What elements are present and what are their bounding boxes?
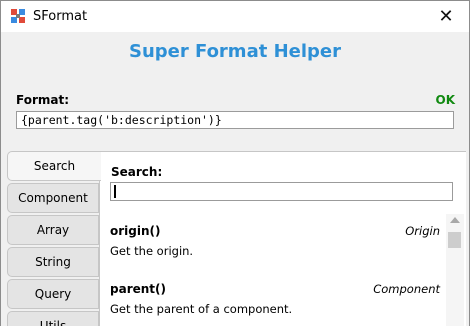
result-description: Get the parent of a component. [110,302,293,316]
result-category: Origin [405,224,440,238]
format-status: OK [435,93,456,107]
text-caret [114,185,116,198]
result-category: Component [373,282,440,296]
result-name: parent() [110,282,166,296]
results-scrollbar[interactable] [446,214,464,326]
search-input[interactable] [110,182,453,201]
close-button[interactable]: ✕ [423,1,469,32]
tab-component[interactable]: Component [7,183,99,213]
scroll-up-arrow-icon[interactable] [450,217,460,223]
window-title: SFormat [33,9,88,24]
tab-query[interactable]: Query [7,279,99,309]
format-input[interactable]: {parent.tag('b:description')} [16,111,454,129]
scroll-thumb[interactable] [448,232,461,248]
result-name: origin() [110,224,161,238]
search-panel: Search: origin() Origin Get the origin. … [99,151,466,326]
result-description: Get the origin. [110,244,194,258]
tab-search[interactable]: Search [7,151,101,181]
title-bar: SFormat ✕ [1,1,469,32]
tab-utils[interactable]: Utils [7,311,99,326]
sformat-window: SFormat ✕ Super Format Helper Format: OK… [0,0,470,326]
app-icon [11,9,25,23]
close-icon: ✕ [438,6,454,27]
tab-array[interactable]: Array [7,215,99,245]
format-label: Format: [16,93,70,107]
page-title: Super Format Helper [128,41,341,62]
search-label: Search: [111,165,163,179]
tab-string[interactable]: String [7,247,99,277]
results-list: origin() Origin Get the origin. parent()… [100,214,466,326]
